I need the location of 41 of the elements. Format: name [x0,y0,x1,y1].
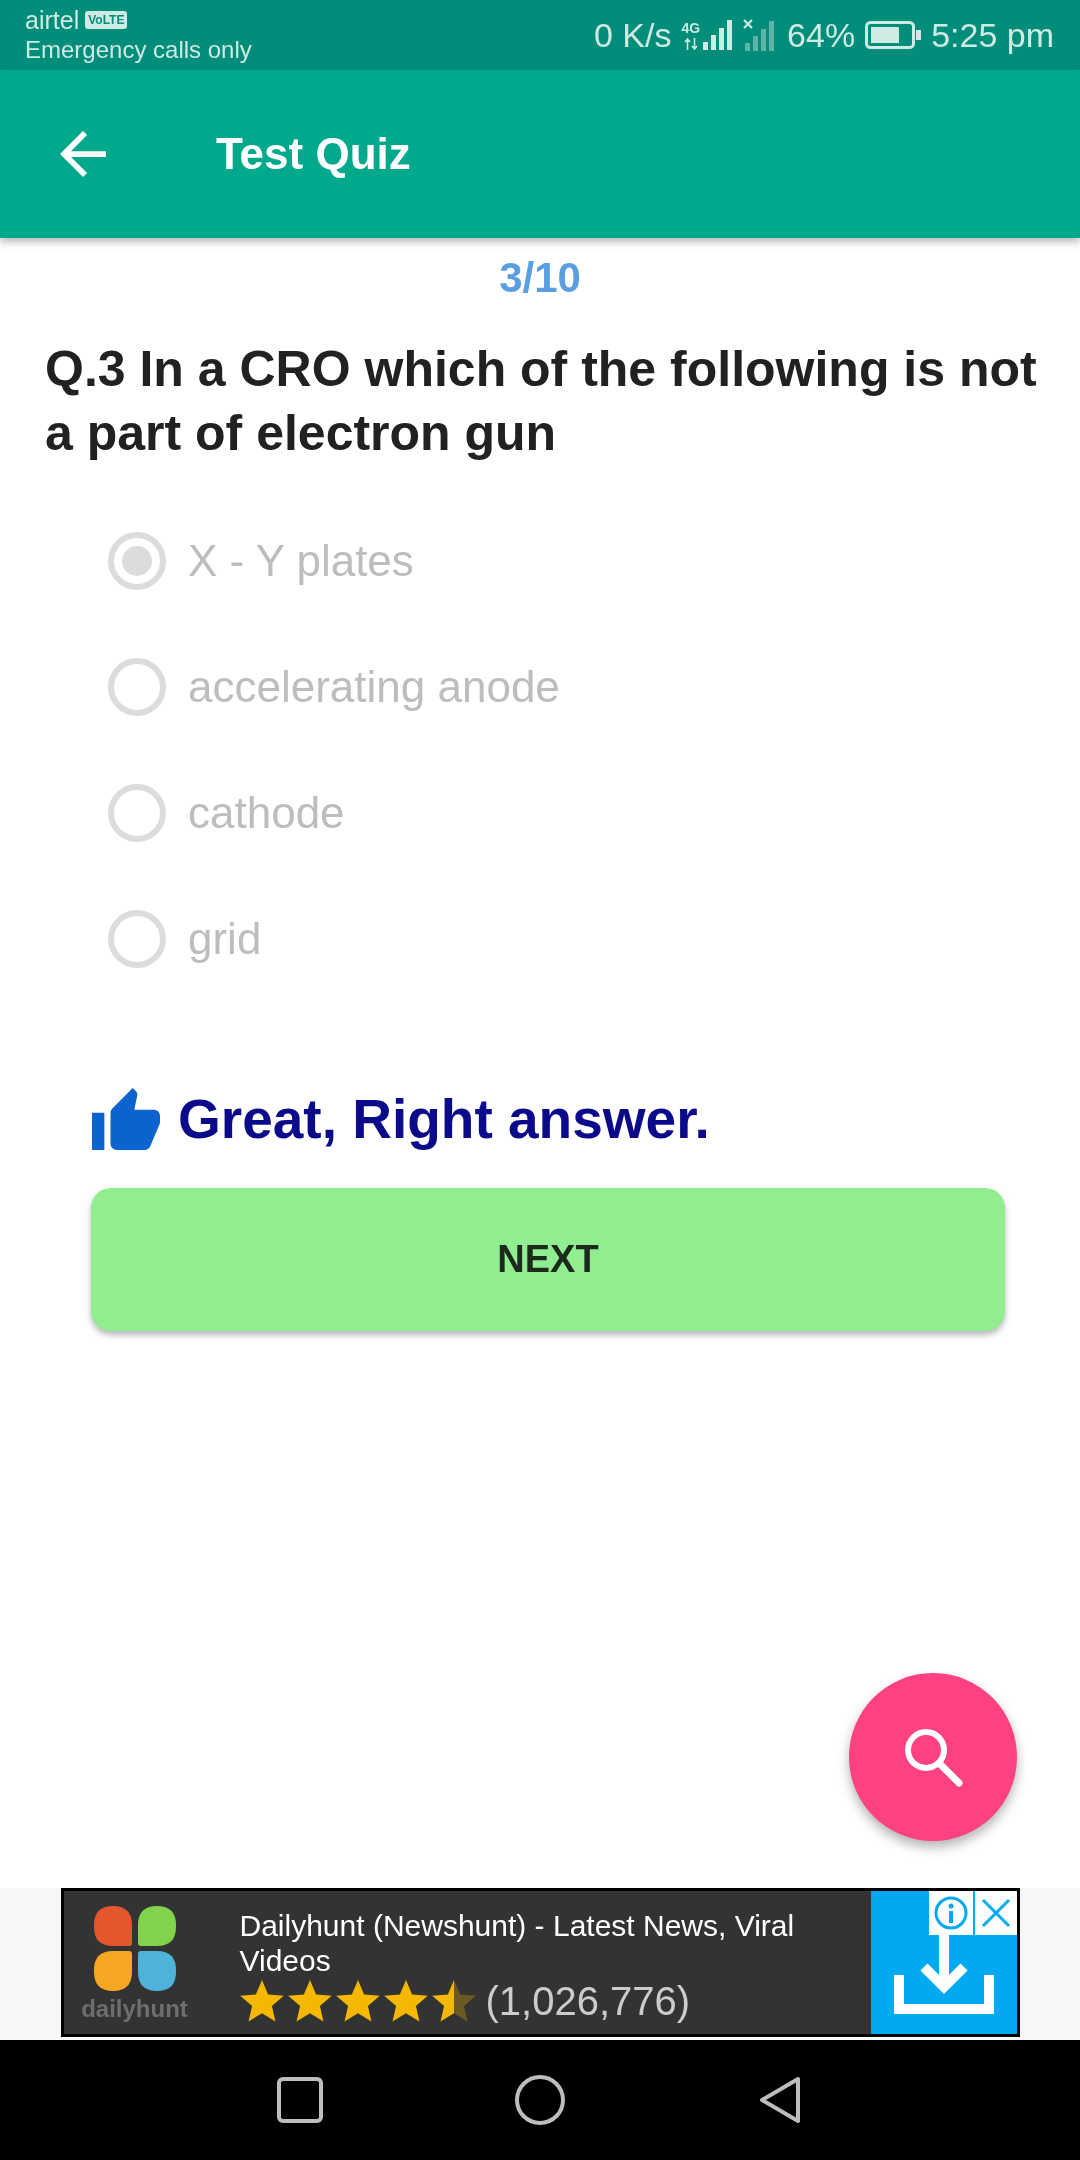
circle-icon [515,2075,565,2125]
question-text: Q.3 In a CRO which of the following is not a part of electron gun [45,340,1038,463]
signal-icon [703,20,734,50]
data-speed: 0 K/s [593,15,672,55]
search-icon [903,1727,963,1787]
clock: 5:25 pm [931,15,1054,55]
ad-title: Dailyhunt (Newshunt) - Latest News, Viral Videos [239,1908,796,1978]
close-icon [980,1898,1011,1928]
brand-name: dailyhunt [81,1995,188,2023]
close-ad-button[interactable] [974,1891,1017,1935]
battery-percent: 64% [787,15,856,55]
data-arrows-icon [683,38,698,50]
screen-title: Test Quiz [216,128,411,180]
network-type: 4G [681,21,701,36]
option-label: grid [188,913,262,965]
star-icon [287,1980,332,2022]
network-status: Emergency calls only [25,35,252,65]
option-label: X - Y plates [188,535,414,587]
thumbs-up-icon [92,1088,160,1150]
app-logo-icon [93,1906,176,1991]
star-icon [335,1980,380,2022]
back-arrow-icon [60,131,106,177]
feedback-message: Great, Right answer. [178,1089,710,1149]
download-icon [893,1935,994,2015]
battery-icon [865,21,922,49]
rating-count: (1,026,776) [485,1978,691,2024]
triangle-icon [758,2076,802,2124]
volte-badge: VoLTE [85,11,128,29]
carrier-name: airtel [25,5,80,35]
next-button[interactable]: NEXT [91,1188,1005,1331]
info-icon [933,1896,968,1930]
option-label: cathode [188,787,345,839]
ad-info-button[interactable] [928,1891,973,1935]
option-label: accelerating anode [188,661,560,713]
star-icon [383,1980,428,2022]
star-icon [239,1980,284,2022]
star-icon [431,1980,476,2022]
question-counter: 3/10 [499,253,581,303]
search-button[interactable] [849,1673,1017,1841]
square-icon [277,2077,323,2123]
ad-banner[interactable]: dailyhunt Dailyhunt (Newshunt) - Latest News, Viral Videos (1,026,776) [60,1888,1020,2037]
